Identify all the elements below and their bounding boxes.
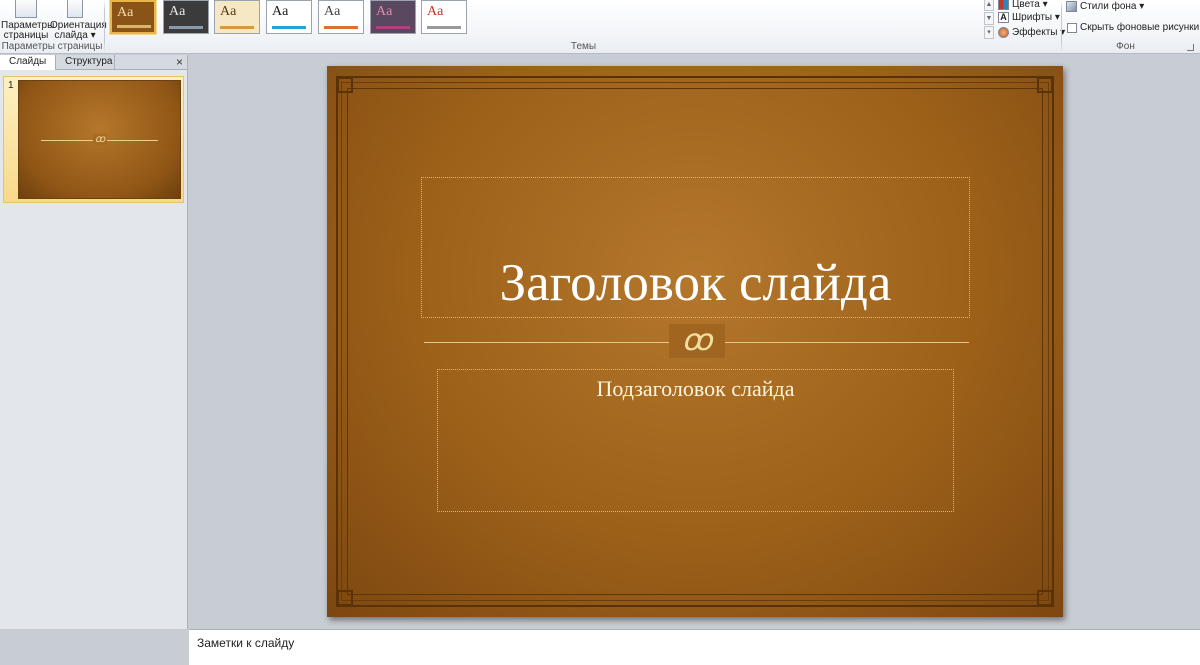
frame-corner-top-right bbox=[1037, 77, 1053, 93]
theme-bar bbox=[427, 26, 461, 29]
gallery-scroll-up[interactable]: ▲ bbox=[984, 0, 994, 11]
ribbon: Параметры страницы Ориентация слайда ▾ П… bbox=[0, 0, 1200, 54]
slide-title[interactable]: Заголовок слайда bbox=[422, 253, 969, 313]
hide-background-checkbox[interactable]: Скрыть фоновые рисунки bbox=[1067, 20, 1199, 35]
effects-label: Эффекты ▾ bbox=[1012, 27, 1066, 38]
theme-label: Aa bbox=[169, 4, 186, 19]
slides-panel: Слайды Структура × 1 ꝏ bbox=[0, 55, 188, 629]
slide-thumbnail[interactable]: ꝏ bbox=[18, 80, 181, 199]
theme-label: Aa bbox=[272, 4, 289, 19]
hide-background-label: Скрыть фоновые рисунки bbox=[1080, 22, 1200, 33]
ribbon-separator bbox=[1061, 0, 1062, 52]
theme-label: Aa bbox=[324, 4, 341, 19]
background-styles-icon bbox=[1066, 1, 1077, 12]
theme-label: Aa bbox=[376, 4, 393, 19]
theme-bar bbox=[169, 26, 203, 29]
notes-placeholder[interactable]: Заметки к слайду bbox=[197, 636, 294, 650]
slide-editing-area: Заголовок слайда ꝏ Подзаголовок слайда bbox=[189, 55, 1200, 629]
background-group: Стили фона ▾ Скрыть фоновые рисунки Фон bbox=[1063, 0, 1200, 54]
themes-group: Aa Aa Aa Aa Aa Aa Aa ▲ ▼ ▾ Цвета ▾ A Шри… bbox=[106, 0, 1065, 54]
theme-label: Aa bbox=[117, 5, 134, 20]
subtitle-placeholder[interactable]: Подзаголовок слайда bbox=[437, 369, 954, 512]
theme-fonts-button[interactable]: A Шрифты ▾ bbox=[998, 10, 1060, 25]
colors-icon bbox=[998, 0, 1009, 10]
page-setup-group-label: Параметры страницы bbox=[1, 41, 103, 52]
tab-outline[interactable]: Структура bbox=[56, 55, 115, 70]
panel-tabs: Слайды Структура × bbox=[0, 55, 187, 70]
page-params-button[interactable]: Параметры страницы bbox=[1, 0, 55, 41]
theme-thumb-3[interactable]: Aa bbox=[214, 0, 260, 34]
themes-group-label: Темы bbox=[570, 41, 597, 52]
notes-pane[interactable]: Заметки к слайду bbox=[189, 629, 1200, 665]
theme-thumb-7[interactable]: Aa bbox=[421, 0, 467, 34]
theme-thumb-4[interactable]: Aa bbox=[266, 0, 312, 34]
thumbnail-ornament-icon: ꝏ bbox=[93, 134, 108, 145]
theme-label: Aa bbox=[427, 4, 444, 19]
title-placeholder[interactable]: Заголовок слайда bbox=[421, 177, 970, 318]
orientation-icon bbox=[67, 0, 83, 18]
theme-label: Aa bbox=[220, 4, 237, 19]
theme-bar bbox=[376, 26, 410, 29]
slide-number: 1 bbox=[8, 80, 14, 91]
checkbox-icon bbox=[1067, 22, 1077, 33]
orientation-label: Ориентация слайда ▾ bbox=[50, 20, 107, 41]
frame-corner-bottom-left bbox=[337, 590, 353, 606]
effects-icon bbox=[998, 27, 1009, 38]
theme-bar bbox=[117, 25, 151, 28]
close-icon[interactable]: × bbox=[176, 55, 183, 69]
theme-bar bbox=[324, 26, 358, 29]
slide-subtitle[interactable]: Подзаголовок слайда bbox=[438, 376, 953, 402]
fonts-icon: A bbox=[998, 12, 1009, 23]
background-styles-label: Стили фона ▾ bbox=[1080, 1, 1145, 12]
frame-corner-bottom-right bbox=[1037, 590, 1053, 606]
page-setup-icon bbox=[15, 0, 37, 18]
theme-thumb-2[interactable]: Aa bbox=[163, 0, 209, 34]
page-setup-group: Параметры страницы Ориентация слайда ▾ П… bbox=[0, 0, 107, 54]
frame-corner-top-left bbox=[337, 77, 353, 93]
background-styles-button[interactable]: Стили фона ▾ bbox=[1066, 0, 1144, 14]
fonts-label: Шрифты ▾ bbox=[1012, 12, 1060, 23]
background-group-label: Фон bbox=[1116, 41, 1135, 52]
theme-bar bbox=[272, 26, 306, 29]
slide-orientation-button[interactable]: Ориентация слайда ▾ bbox=[50, 0, 107, 41]
theme-thumb-5[interactable]: Aa bbox=[318, 0, 364, 34]
ornament-icon: ꝏ bbox=[669, 324, 725, 358]
gallery-scroll-down[interactable]: ▼ bbox=[984, 12, 994, 25]
slide-thumbnail-item[interactable]: 1 ꝏ bbox=[3, 76, 184, 203]
theme-thumb-1[interactable]: Aa bbox=[110, 0, 156, 34]
slide-canvas[interactable]: Заголовок слайда ꝏ Подзаголовок слайда bbox=[327, 66, 1063, 617]
theme-thumb-6[interactable]: Aa bbox=[370, 0, 416, 34]
gallery-more-button[interactable]: ▾ bbox=[984, 26, 994, 39]
ribbon-separator bbox=[104, 0, 105, 52]
dialog-launcher-icon[interactable] bbox=[1187, 44, 1194, 51]
tab-slides[interactable]: Слайды bbox=[0, 55, 56, 70]
colors-label: Цвета ▾ bbox=[1012, 0, 1048, 10]
theme-effects-button[interactable]: Эффекты ▾ bbox=[998, 25, 1065, 40]
theme-bar bbox=[220, 26, 254, 29]
page-params-label: Параметры страницы bbox=[1, 20, 55, 41]
